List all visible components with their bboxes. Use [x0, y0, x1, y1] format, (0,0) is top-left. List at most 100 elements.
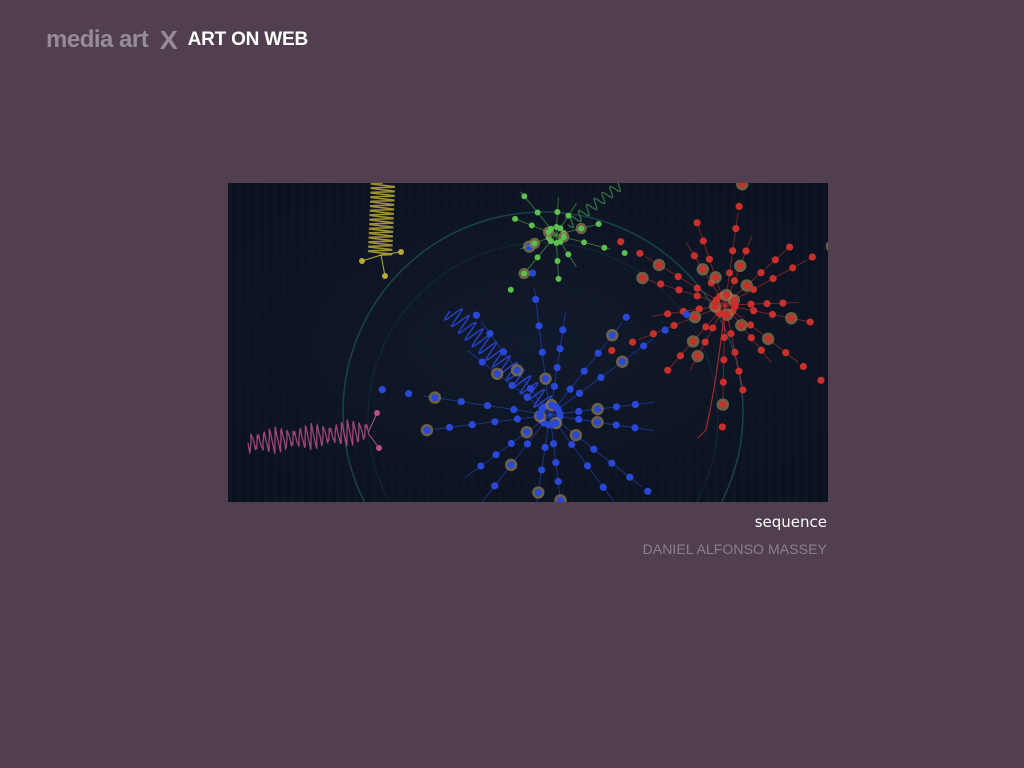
burst-node	[675, 286, 683, 294]
burst-node	[528, 269, 537, 277]
burst-node	[618, 358, 626, 366]
burst-node	[594, 405, 602, 413]
burst-node	[749, 285, 758, 294]
bg-stripe	[327, 183, 331, 502]
burst-node	[638, 274, 647, 282]
burst-node	[674, 272, 682, 281]
burst-node	[649, 330, 657, 338]
burst-node	[538, 466, 546, 474]
artwork-canvas[interactable]	[228, 183, 828, 502]
burst-node	[493, 370, 501, 378]
burst-node	[483, 401, 492, 410]
burst-node	[472, 311, 481, 319]
bg-stripe	[300, 183, 304, 502]
burst-node	[719, 400, 727, 409]
burst-node	[789, 264, 797, 272]
bg-stripe	[309, 183, 313, 502]
burst-node	[478, 358, 486, 366]
burst-node	[806, 318, 814, 326]
burst-node	[491, 482, 499, 490]
burst-node	[534, 488, 542, 497]
burst-node	[566, 385, 574, 393]
bg-stripe	[480, 183, 484, 502]
burst-node	[556, 345, 564, 353]
burst-node	[547, 225, 554, 232]
burst-node	[808, 253, 816, 261]
burst-node	[578, 225, 585, 232]
burst-node	[507, 461, 515, 469]
bg-stripe	[318, 183, 322, 502]
burst-node	[510, 405, 518, 414]
burst-node	[595, 221, 602, 228]
burst-node	[786, 243, 794, 251]
burst-node	[676, 352, 685, 360]
fork-node	[398, 249, 404, 255]
bg-stripe	[804, 183, 808, 502]
burst-node	[657, 280, 665, 288]
burst-node	[720, 333, 728, 341]
burst-node	[729, 247, 737, 255]
burst-node	[636, 249, 644, 257]
burst-node	[532, 295, 540, 304]
bg-stripe	[750, 183, 754, 502]
bg-stripe	[417, 183, 421, 502]
burst-node	[445, 423, 454, 431]
burst-node	[664, 310, 672, 318]
burst-node	[431, 394, 439, 402]
burst-node	[492, 451, 500, 459]
burst-node	[628, 338, 637, 346]
burst-node	[779, 299, 787, 307]
bg-stripe	[462, 183, 466, 502]
bg-stripe	[660, 183, 664, 502]
burst-node	[594, 349, 602, 357]
burst-node	[521, 270, 528, 277]
burst-node	[554, 209, 561, 216]
burst-node	[730, 277, 739, 285]
brand-media-art-link[interactable]: media art	[46, 26, 149, 54]
page: media art X ART ON WEB sequence DANIEL A…	[0, 0, 1024, 768]
artwork-author[interactable]: DANIEL ALFONSO MASSEY	[643, 541, 827, 557]
burst-node	[695, 305, 703, 313]
bg-stripe	[777, 183, 781, 502]
bg-stripe	[525, 183, 529, 502]
bg-stripe	[399, 183, 403, 502]
bg-stripe	[408, 183, 412, 502]
bg-stripe	[336, 183, 340, 502]
burst-node	[747, 334, 755, 342]
burst-node	[612, 403, 621, 411]
burst-node	[747, 300, 755, 308]
burst-node	[739, 386, 747, 394]
artwork-title[interactable]: sequence	[755, 513, 827, 531]
bg-stripe	[363, 183, 367, 502]
bg-stripe	[759, 183, 763, 502]
burst-node	[526, 385, 535, 393]
burst-node	[763, 300, 771, 308]
burst-node	[661, 326, 669, 334]
burst-node	[590, 445, 598, 453]
fork-node	[359, 258, 365, 264]
bg-stripe	[507, 183, 511, 502]
burst-node	[768, 310, 777, 319]
bg-stripe	[678, 183, 682, 502]
burst-node	[626, 473, 634, 481]
bg-stripe	[237, 183, 241, 502]
burst-node	[565, 212, 572, 219]
burst-node	[712, 273, 720, 281]
burst-node	[559, 326, 567, 334]
burst-node	[405, 390, 413, 398]
burst-node	[608, 459, 616, 467]
burst-node	[556, 410, 564, 418]
burst-node	[534, 209, 541, 216]
burst-node	[599, 483, 607, 491]
burst-node	[737, 321, 745, 329]
burst-node	[486, 329, 494, 338]
burst-node	[727, 329, 735, 338]
burst-node	[709, 324, 717, 332]
brand-art-on-web-link[interactable]: ART ON WEB	[188, 29, 309, 51]
burst-node	[608, 331, 616, 339]
bg-stripe	[489, 183, 493, 502]
burst-node	[477, 462, 485, 470]
burst-node	[513, 366, 521, 374]
burst-node	[583, 462, 592, 470]
burst-node	[817, 376, 825, 384]
